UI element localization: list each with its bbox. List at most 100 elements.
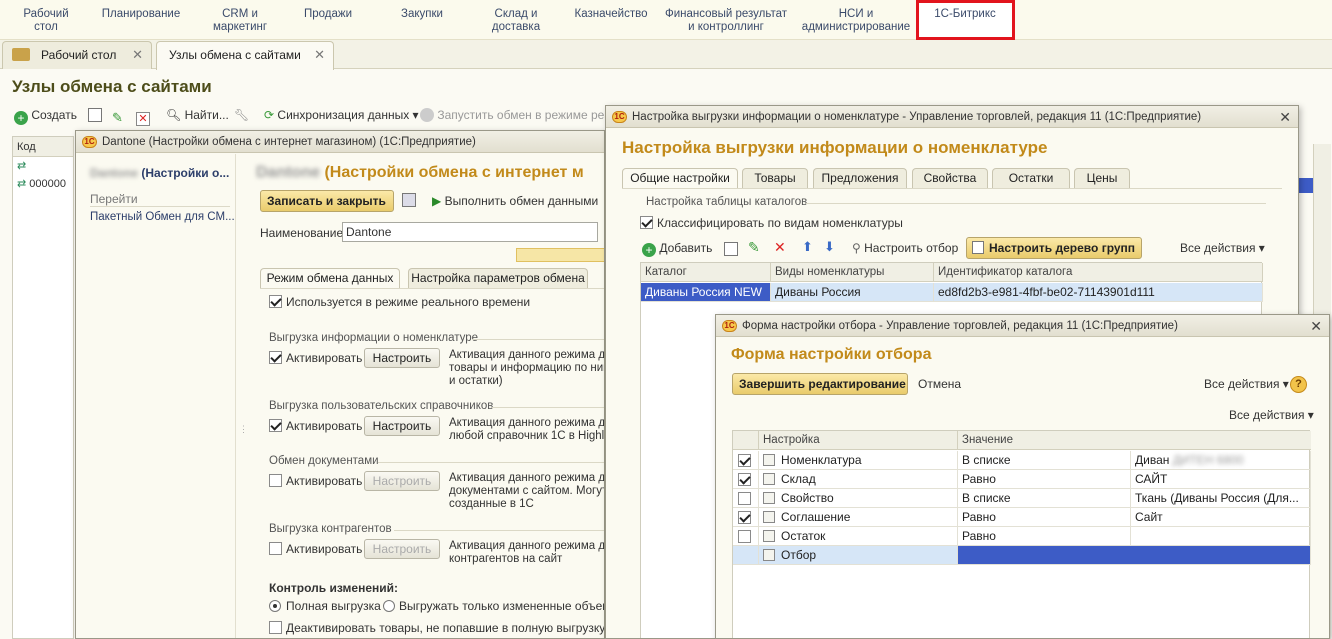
column-header-kinds[interactable]: Виды номенклатуры [771,263,934,282]
classify-label: Классифицировать по видам номенклатуры [657,216,903,230]
table-cell[interactable]: Равно [958,527,1131,546]
realtime-checkbox[interactable] [269,295,282,308]
row-checkbox[interactable] [738,530,751,543]
table-cell[interactable]: Равно [958,508,1131,527]
close-icon[interactable]: ✕ [1279,106,1291,127]
table-cell[interactable]: Диваны Россия [771,283,934,302]
row-checkbox[interactable] [738,473,751,486]
configure-group-tree-button[interactable]: Настроить дерево групп [966,237,1142,259]
deactivate-checkbox[interactable] [269,621,282,634]
cancel-button[interactable]: Отмена [918,377,961,391]
configure-filter-button[interactable]: ⚲ Настроить отбор [852,241,958,255]
run-exchange-button[interactable]: Запустить обмен в режиме реа [420,108,611,122]
activate-catalogs-checkbox[interactable] [269,419,282,432]
edit-button[interactable]: ✎ [112,108,126,125]
column-header-id[interactable]: Идентификатор каталога [934,263,1263,282]
menu-nsi[interactable]: НСИ и администрирование [800,8,912,34]
table-cell[interactable]: Остаток [759,527,958,546]
name-field[interactable]: Dantone [342,222,598,242]
close-icon[interactable]: ✕ [1310,315,1322,336]
activate-documents-checkbox[interactable] [269,474,282,487]
list-item[interactable]: ⇄ 000000 [13,175,73,193]
table-cell[interactable]: Равно [958,470,1131,489]
list-item[interactable]: ⇄ [13,157,73,175]
find-button[interactable]: 🔍︎ Найти... [166,108,229,122]
menu-desktop[interactable]: Рабочий стол [18,8,74,34]
table-cell[interactable]: Сайт [1131,508,1311,527]
tab-stock[interactable]: Остатки [992,168,1070,188]
activate-nomenclature-checkbox[interactable] [269,351,282,364]
all-actions-menu[interactable]: Все действия ▾ [1204,377,1289,391]
tab-properties[interactable]: Свойства [912,168,988,188]
classify-checkbox[interactable] [640,216,653,229]
arrow-down-icon[interactable]: ⬇ [824,239,835,255]
table-cell[interactable]: В списке [958,451,1131,470]
radio-full-export[interactable] [269,600,281,612]
row-checkbox[interactable] [738,454,751,467]
save-close-button[interactable]: Записать и закрыть [260,190,394,212]
column-header-catalog[interactable]: Каталог [641,263,771,282]
activate-counterparties-checkbox[interactable] [269,542,282,555]
pencil-icon[interactable]: ✎ [748,239,760,256]
table-cell[interactable]: Соглашение [759,508,958,527]
table-cell[interactable] [1131,527,1311,546]
menu-treasury[interactable]: Казначейство [568,8,654,21]
tab-general[interactable]: Общие настройки [622,168,738,189]
menu-purchases[interactable]: Закупки [392,8,452,21]
table-cell[interactable]: Диваны Россия NEW [641,283,771,302]
menu-warehouse[interactable]: Склад и доставка [480,8,552,34]
table-cell[interactable]: В списке [958,489,1131,508]
table-cell[interactable]: Склад [759,470,958,489]
form-header-text: (Настройки обмена с интернет м [324,164,584,181]
configure-nomenclature-button[interactable]: Настроить [364,348,440,368]
all-actions-menu-2[interactable]: Все действия ▾ [1229,408,1314,422]
delete-button[interactable]: ✕ [136,108,150,126]
menu-planning[interactable]: Планирование [96,8,186,21]
table-cell[interactable]: ed8fd2b3-e981-4fbf-be02-71143901d111 [934,283,1263,302]
run-exchange-button[interactable]: ▶ Выполнить обмен данными [432,194,598,208]
table-cell[interactable]: Свойство [759,489,958,508]
row-checkbox[interactable] [738,492,751,505]
column-header-value[interactable]: Значение [958,431,1311,450]
configure-documents-button[interactable]: Настроить [364,471,440,491]
save-icon[interactable] [402,193,416,207]
radio-changed-only[interactable] [383,600,395,612]
settings-button[interactable]: 🔧︎ [234,108,249,122]
create-button[interactable]: + Создать [14,108,77,125]
table-cell[interactable]: Отбор [759,546,958,565]
table-cell[interactable]: Номенклатура [759,451,958,470]
close-icon[interactable]: ✕ [132,42,143,68]
table-cell[interactable] [958,546,1311,565]
tab-exchange-mode[interactable]: Режим обмена данных [260,268,400,289]
tab-offers[interactable]: Предложения [813,168,907,188]
tab-desktop[interactable]: Рабочий стол ✕ [2,41,152,69]
table-cell[interactable]: Диван ДИТЕН 6800 [1131,451,1311,470]
tab-exchange-nodes[interactable]: Узлы обмена с сайтами ✕ [156,41,334,70]
all-actions-menu[interactable]: Все действия ▾ [1180,241,1265,255]
nav-link-batch-exchange[interactable]: Пакетный Обмен для СМ... [90,211,235,223]
splitter-handle[interactable]: ⋮ [239,425,248,434]
help-icon[interactable]: ? [1290,376,1307,393]
add-button[interactable]: + Добавить [642,241,712,257]
delete-icon[interactable]: ✕ [774,239,786,256]
menu-sales[interactable]: Продажи [296,8,360,21]
menu-crm[interactable]: CRM и маркетинг [202,8,278,34]
copy-button[interactable] [88,108,102,122]
menu-bitrix[interactable]: 1С-Битрикс [922,8,1008,21]
sync-button[interactable]: ⟳ Синхронизация данных ▾ [264,108,419,122]
table-cell[interactable]: САЙТ [1131,470,1311,489]
menu-finance[interactable]: Финансовый результат и контроллинг [660,8,792,34]
tab-prices[interactable]: Цены [1074,168,1130,188]
tab-goods[interactable]: Товары [742,168,808,188]
close-icon[interactable]: ✕ [314,42,325,68]
arrow-up-icon[interactable]: ⬆ [802,239,813,255]
column-header-setting[interactable]: Настройка [759,431,958,450]
table-cell[interactable]: Ткань (Диваны Россия (Для... [1131,489,1311,508]
tab-exchange-params[interactable]: Настройка параметров обмена [408,268,588,288]
copy-icon[interactable] [724,242,738,256]
row-checkbox[interactable] [738,511,751,524]
configure-counterparties-button[interactable]: Настроить [364,539,440,559]
column-header-code[interactable]: Код [13,137,73,157]
finish-editing-button[interactable]: Завершить редактирование [732,373,908,395]
configure-catalogs-button[interactable]: Настроить [364,416,440,436]
